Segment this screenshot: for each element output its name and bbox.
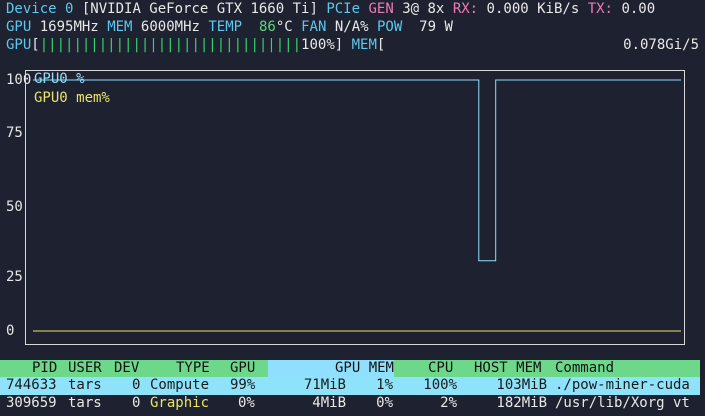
gpu-mem-pct-cell: 1% [376, 377, 393, 393]
col-cpu[interactable]: CPU [428, 360, 453, 377]
user-cell: tars [68, 395, 102, 411]
col-type[interactable]: TYPE [176, 360, 210, 377]
host-mem-cell: 103MiB [496, 377, 547, 393]
table-row[interactable]: 309659 tars 0 Graphic 0% 4MiB 0% 2% 182M… [0, 395, 700, 413]
gpu-mem-pct-cell: 0% [376, 395, 393, 411]
col-user[interactable]: USER [68, 360, 102, 377]
table-row[interactable]: 744633 tars 0 Compute 99% 71MiB 1% 100% … [0, 377, 700, 395]
process-table-header: PID USER DEV TYPE GPU GPU MEM CPU HOST M… [0, 360, 700, 377]
gpu-mem-cell: 4MiB [312, 395, 346, 411]
legend-gpu-mem: GPU0 mem% [34, 90, 110, 106]
gpu-cell: 0% [238, 395, 255, 411]
gpu-mem-cell: 71MiB [303, 377, 346, 393]
gpu-usage-chart [33, 79, 681, 332]
type-cell: Compute [150, 377, 210, 393]
col-command[interactable]: Command [555, 360, 614, 377]
type-cell: Graphic [150, 395, 210, 411]
command-cell: /usr/lib/Xorg vt [555, 395, 690, 411]
user-cell: tars [68, 377, 102, 393]
command-cell: ./pow-miner-cuda [555, 377, 690, 393]
host-mem-cell: 182MiB [496, 395, 547, 411]
gpu-percent-series-line [33, 79, 681, 262]
gpu-cell: 99% [230, 377, 256, 393]
cpu-cell: 2% [440, 395, 457, 411]
pid-cell: 744633 [6, 377, 57, 393]
cpu-cell: 100% [423, 377, 457, 393]
legend-gpu-percent: GPU0 % [34, 71, 85, 87]
col-host-mem[interactable]: HOST MEM [474, 360, 541, 377]
col-gpu[interactable]: GPU [230, 360, 255, 377]
dev-cell: 0 [132, 377, 141, 393]
pid-cell: 309659 [6, 395, 57, 411]
col-pid[interactable]: PID [32, 360, 57, 377]
col-gpu-mem[interactable]: GPU MEM [268, 360, 394, 377]
dev-cell: 0 [132, 395, 141, 411]
col-dev[interactable]: DEV [114, 360, 139, 377]
